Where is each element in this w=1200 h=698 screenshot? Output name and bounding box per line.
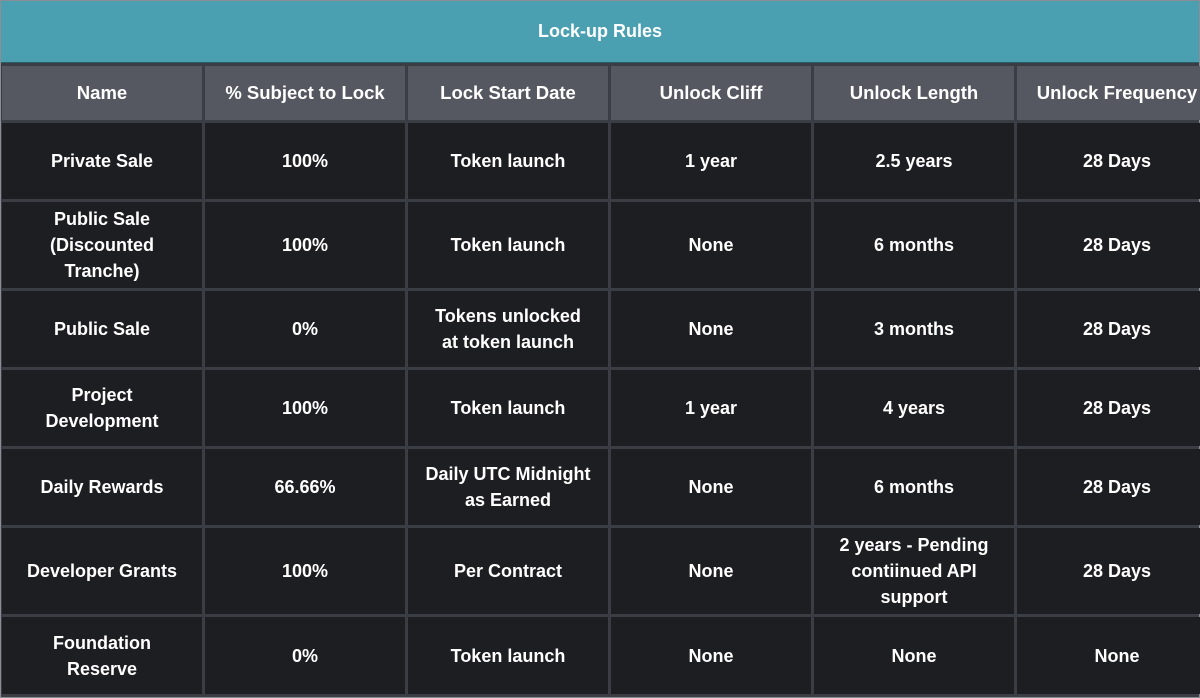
- cell-percent-subject-to-lock: 100%: [205, 123, 405, 199]
- cell-percent-subject-to-lock: 0%: [205, 291, 405, 367]
- cell-name: Daily Rewards: [2, 449, 202, 525]
- cell-unlock-frequency: 28 Days: [1017, 291, 1200, 367]
- cell-unlock-frequency: None: [1017, 617, 1200, 694]
- cell-percent-subject-to-lock: 66.66%: [205, 449, 405, 525]
- cell-unlock-frequency: 28 Days: [1017, 202, 1200, 288]
- cell-name: Private Sale: [2, 123, 202, 199]
- cell-unlock-length: 2.5 years: [814, 123, 1014, 199]
- cell-unlock-cliff: 1 year: [611, 370, 811, 446]
- column-header-unlock-frequency: Unlock Frequency: [1017, 66, 1200, 120]
- table-row: Private Sale 100% Token launch 1 year 2.…: [2, 123, 1200, 199]
- cell-unlock-length: 4 years: [814, 370, 1014, 446]
- table-row: Developer Grants 100% Per Contract None …: [2, 528, 1200, 614]
- cell-name: Public Sale (Discounted Tranche): [2, 202, 202, 288]
- cell-unlock-length: 3 months: [814, 291, 1014, 367]
- column-header-unlock-cliff: Unlock Cliff: [611, 66, 811, 120]
- table-row: Project Development 100% Token launch 1 …: [2, 370, 1200, 446]
- cell-unlock-cliff: None: [611, 449, 811, 525]
- table-row: Public Sale 0% Tokens unlocked at token …: [2, 291, 1200, 367]
- cell-unlock-frequency: 28 Days: [1017, 370, 1200, 446]
- table-row: Daily Rewards 66.66% Daily UTC Midnight …: [2, 449, 1200, 525]
- cell-lock-start-date: Token launch: [408, 202, 608, 288]
- table-title: Lock-up Rules: [1, 1, 1199, 63]
- cell-unlock-frequency: 28 Days: [1017, 449, 1200, 525]
- cell-unlock-length: None: [814, 617, 1014, 694]
- cell-lock-start-date: Token launch: [408, 617, 608, 694]
- header-row: Name % Subject to Lock Lock Start Date U…: [2, 66, 1200, 120]
- cell-percent-subject-to-lock: 100%: [205, 370, 405, 446]
- cell-lock-start-date: Tokens unlocked at token launch: [408, 291, 608, 367]
- column-header-percent-subject-to-lock: % Subject to Lock: [205, 66, 405, 120]
- cell-unlock-cliff: None: [611, 528, 811, 614]
- cell-lock-start-date: Token launch: [408, 370, 608, 446]
- cell-unlock-length: 6 months: [814, 202, 1014, 288]
- cell-lock-start-date: Daily UTC Midnight as Earned: [408, 449, 608, 525]
- lockup-rules-table-frame: Lock-up Rules Name % Subject to Lock Loc…: [0, 0, 1200, 698]
- cell-name: Project Development: [2, 370, 202, 446]
- cell-unlock-frequency: 28 Days: [1017, 528, 1200, 614]
- cell-lock-start-date: Per Contract: [408, 528, 608, 614]
- cell-percent-subject-to-lock: 0%: [205, 617, 405, 694]
- cell-unlock-length: 2 years - Pending contiinued API support: [814, 528, 1014, 614]
- cell-name: Developer Grants: [2, 528, 202, 614]
- table-row: Public Sale (Discounted Tranche) 100% To…: [2, 202, 1200, 288]
- cell-unlock-length: 6 months: [814, 449, 1014, 525]
- cell-percent-subject-to-lock: 100%: [205, 528, 405, 614]
- cell-lock-start-date: Token launch: [408, 123, 608, 199]
- cell-unlock-cliff: None: [611, 202, 811, 288]
- cell-unlock-cliff: 1 year: [611, 123, 811, 199]
- cell-unlock-cliff: None: [611, 617, 811, 694]
- lockup-rules-table: Name % Subject to Lock Lock Start Date U…: [0, 63, 1200, 697]
- cell-unlock-cliff: None: [611, 291, 811, 367]
- column-header-lock-start-date: Lock Start Date: [408, 66, 608, 120]
- column-header-name: Name: [2, 66, 202, 120]
- table-row: Foundation Reserve 0% Token launch None …: [2, 617, 1200, 694]
- column-header-unlock-length: Unlock Length: [814, 66, 1014, 120]
- cell-name: Public Sale: [2, 291, 202, 367]
- cell-unlock-frequency: 28 Days: [1017, 123, 1200, 199]
- cell-percent-subject-to-lock: 100%: [205, 202, 405, 288]
- cell-name: Foundation Reserve: [2, 617, 202, 694]
